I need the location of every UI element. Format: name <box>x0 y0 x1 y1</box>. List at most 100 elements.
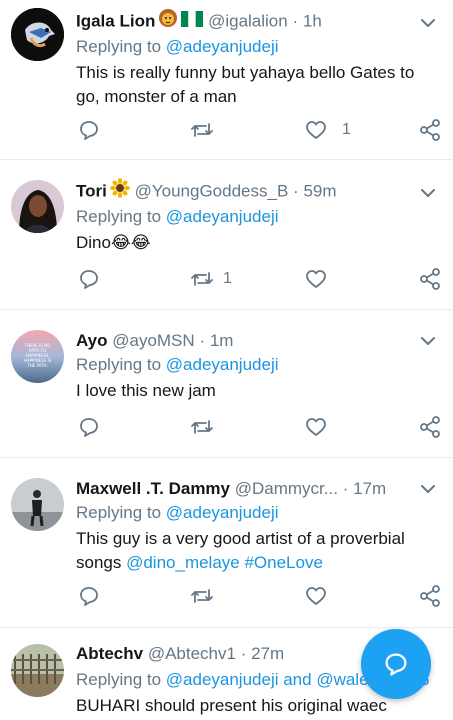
share-button[interactable] <box>418 582 442 610</box>
user-handle[interactable]: @Dammycr... <box>235 479 338 498</box>
user-handle[interactable]: @YoungGoddess_B <box>135 181 289 200</box>
reply-icon <box>80 587 98 606</box>
tweet-text: Dino😂😂 <box>76 233 151 252</box>
avatar[interactable] <box>11 8 64 61</box>
compose-icon <box>385 653 407 676</box>
reply-icon <box>80 121 98 140</box>
avatar[interactable] <box>11 644 64 697</box>
replying-prefix: Replying to <box>76 670 166 689</box>
user-handle[interactable]: @igalalion <box>208 11 288 30</box>
caret-down-icon[interactable] <box>419 184 437 202</box>
like-button[interactable] <box>304 265 336 293</box>
reply-button[interactable] <box>77 582 101 610</box>
caret-down-icon[interactable] <box>419 480 437 498</box>
retweet-icon <box>191 420 213 434</box>
separator-dot: · <box>240 644 247 663</box>
tweet-header: Tori @YoungGoddess_B · 59m <box>76 178 443 204</box>
separator-dot: · <box>293 181 299 201</box>
retweet-button[interactable] <box>189 582 223 610</box>
reply-icon <box>80 418 98 437</box>
tweet[interactable]: Tori @YoungGoddess_B · 59m Replying to @… <box>0 160 453 310</box>
like-button[interactable] <box>304 582 336 610</box>
avatar-image <box>11 644 64 697</box>
retweet-icon <box>191 589 213 603</box>
separator-dot: · <box>199 331 206 350</box>
timestamp[interactable]: 27m <box>251 644 284 663</box>
avatar[interactable]: THERE IS NO PATH TO HAPPINESS, HAPPINESS… <box>11 330 64 383</box>
avatar[interactable] <box>11 478 64 531</box>
retweet-button[interactable] <box>189 413 223 441</box>
tweet-actions <box>0 413 453 441</box>
display-name[interactable]: Maxwell .T. Dammy <box>76 479 230 498</box>
sunflower-emoji-icon <box>109 178 130 204</box>
separator-dot: · <box>342 479 349 498</box>
replying-prefix: Replying to <box>76 37 166 56</box>
nigeria-flag-icon <box>181 9 204 34</box>
display-name[interactable]: Tori <box>76 181 107 200</box>
tweet-text: This guy is a very good artist of a prov… <box>76 527 437 575</box>
retweet-count: 1 <box>223 270 232 287</box>
tweet-header: Igala Lion @igalalion · 1h <box>76 8 443 34</box>
tweet[interactable]: Igala Lion @igalalion · 1h Replying to @… <box>0 0 453 160</box>
timestamp[interactable]: 17m <box>353 479 386 498</box>
tweet-actions <box>0 582 453 610</box>
like-icon <box>306 418 326 436</box>
share-button[interactable] <box>418 116 442 144</box>
timestamp[interactable]: 1m <box>210 331 234 350</box>
tweet-text: I love this new jam <box>76 381 216 400</box>
timestamp[interactable]: 1h <box>303 11 322 30</box>
avatar-image <box>11 180 64 233</box>
display-name[interactable]: Igala Lion <box>76 11 155 30</box>
retweet-button[interactable] <box>189 116 223 144</box>
replying-prefix: Replying to <box>76 503 166 522</box>
reply-button[interactable] <box>77 116 101 144</box>
retweet-button[interactable]: 1 <box>189 265 232 293</box>
reply-icon <box>80 270 98 289</box>
avatar[interactable] <box>11 180 64 233</box>
share-icon <box>420 268 440 290</box>
tweet[interactable]: Maxwell .T. Dammy @Dammycr... · 17m Repl… <box>0 458 453 628</box>
reply-button[interactable] <box>77 265 101 293</box>
replying-prefix: Replying to <box>76 207 166 226</box>
reply-mention[interactable]: @adeyanjudeji <box>166 207 279 226</box>
tweet-text: This is really funny but yahaya bello Ga… <box>76 63 415 106</box>
tweet-mention-hashtag[interactable]: @dino_melaye #OneLove <box>126 553 323 572</box>
replying-to: Replying to @adeyanjudeji and @wale <box>76 668 369 692</box>
user-handle[interactable]: @Abtechv1 <box>148 644 236 663</box>
replying-to: Replying to @adeyanjudeji <box>76 353 279 377</box>
compose-button[interactable] <box>361 629 431 699</box>
avatar-image <box>11 8 64 61</box>
separator-dot: · <box>292 11 299 31</box>
caret-down-icon[interactable] <box>419 14 437 32</box>
reply-mention[interactable]: @adeyanjudeji <box>166 503 279 522</box>
tweet-actions: 1 <box>0 265 453 293</box>
display-name[interactable]: Ayo <box>76 331 108 350</box>
share-icon <box>420 119 440 141</box>
reply-mention[interactable]: @adeyanjudeji <box>166 37 279 56</box>
display-name[interactable]: Abtechv <box>76 644 143 663</box>
reply-button[interactable] <box>77 413 101 441</box>
like-button[interactable]: 1 <box>304 116 351 144</box>
caret-down-icon[interactable] <box>419 332 437 350</box>
reply-mention[interactable]: @adeyanjudeji <box>166 355 279 374</box>
retweet-icon <box>191 123 213 137</box>
like-icon <box>306 121 326 139</box>
share-button[interactable] <box>418 413 442 441</box>
share-button[interactable] <box>418 265 442 293</box>
tweet[interactable]: THERE IS NO PATH TO HAPPINESS, HAPPINESS… <box>0 310 453 458</box>
reply-mention[interactable]: @adeyanjudeji and @wale <box>166 670 369 689</box>
retweet-icon <box>191 272 213 286</box>
tweet-feed: Igala Lion @igalalion · 1h Replying to @… <box>0 0 453 720</box>
like-icon <box>306 270 326 288</box>
like-button[interactable] <box>304 413 336 441</box>
replying-to: Replying to @adeyanjudeji <box>76 501 279 525</box>
share-icon <box>420 585 440 607</box>
like-count: 1 <box>342 121 351 138</box>
replying-to: Replying to @adeyanjudeji <box>76 205 279 229</box>
replying-to: Replying to @adeyanjudeji <box>76 35 279 59</box>
user-handle[interactable]: @ayoMSN <box>112 331 194 350</box>
timestamp[interactable]: 59m <box>303 181 336 200</box>
tweet-header: Ayo @ayoMSN · 1m <box>76 328 443 354</box>
like-icon <box>306 587 326 605</box>
lion-emoji-icon <box>158 8 178 34</box>
